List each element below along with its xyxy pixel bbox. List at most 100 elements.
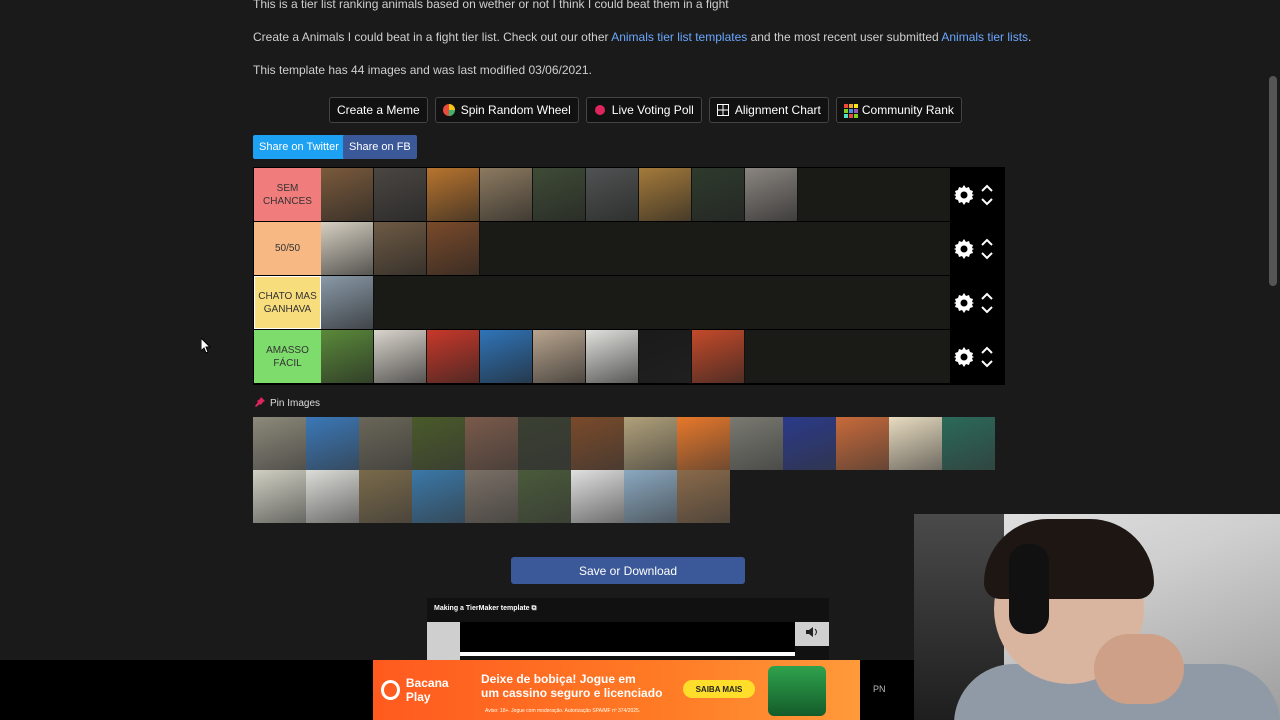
- animal-image[interactable]: [533, 168, 586, 221]
- animal-image[interactable]: [639, 330, 692, 383]
- save-download-button[interactable]: Save or Download: [511, 557, 745, 584]
- share-twitter-label: Share on Twitter: [259, 141, 339, 153]
- animal-image[interactable]: [427, 330, 480, 383]
- animal-image[interactable]: [677, 470, 730, 523]
- animal-image[interactable]: [745, 168, 798, 221]
- animals-tier-lists-link[interactable]: Animals tier lists: [941, 30, 1028, 44]
- animal-image[interactable]: [321, 168, 374, 221]
- tier-items: [321, 330, 1004, 383]
- animal-image[interactable]: [518, 417, 571, 470]
- animal-image[interactable]: [889, 417, 942, 470]
- chevron-up-icon[interactable]: [981, 346, 993, 354]
- video-player[interactable]: Making a TierMaker template ⧉: [427, 598, 829, 660]
- animal-image[interactable]: [321, 276, 374, 329]
- tier-label[interactable]: 50/50: [254, 222, 321, 275]
- animal-image[interactable]: [836, 417, 889, 470]
- animal-image[interactable]: [586, 330, 639, 383]
- chevron-down-icon[interactable]: [981, 305, 993, 314]
- share-fb-button[interactable]: Share on FB: [343, 135, 417, 159]
- animal-image[interactable]: [321, 330, 374, 383]
- animals-templates-link[interactable]: Animals tier list templates: [611, 30, 747, 44]
- gear-icon[interactable]: [954, 292, 974, 313]
- animal-image[interactable]: [374, 330, 427, 383]
- template-info: This template has 44 images and was last…: [253, 63, 592, 77]
- animal-image[interactable]: [465, 470, 518, 523]
- animal-image[interactable]: [412, 470, 465, 523]
- volume-button[interactable]: [795, 622, 829, 646]
- tier-label[interactable]: AMASSO FÁCIL: [254, 330, 321, 383]
- alignment-chart-button[interactable]: Alignment Chart: [708, 97, 829, 123]
- tier-row: 50/50: [254, 222, 1004, 276]
- animal-image[interactable]: [571, 417, 624, 470]
- brand-logo-icon: [381, 680, 400, 700]
- chevron-down-icon[interactable]: [981, 251, 993, 260]
- speaker-icon: [805, 625, 819, 644]
- tier-list: SEM CHANCES 50/50 CHATO MAS GANHAVA AMASSO …: [253, 167, 1005, 385]
- animal-image[interactable]: [692, 330, 745, 383]
- animal-image[interactable]: [321, 222, 374, 275]
- ad-cta-button[interactable]: SAIBA MAIS: [683, 680, 755, 698]
- gear-icon[interactable]: [954, 346, 974, 367]
- scrollbar-thumb[interactable]: [1269, 76, 1277, 286]
- animal-image[interactable]: [374, 222, 427, 275]
- community-grid-icon: [843, 104, 858, 118]
- gear-icon[interactable]: [954, 184, 974, 205]
- animal-image[interactable]: [480, 168, 533, 221]
- save-download-label: Save or Download: [578, 563, 678, 578]
- alignment-chart-label: Alignment Chart: [734, 103, 821, 117]
- animal-image[interactable]: [253, 417, 306, 470]
- video-frame[interactable]: [460, 622, 795, 656]
- ad-banner[interactable]: Bacana Play Deixe de bobiça! Jogue em um…: [373, 660, 860, 720]
- chevron-up-icon[interactable]: [981, 184, 993, 192]
- tier-label[interactable]: CHATO MAS GANHAVA: [254, 276, 321, 329]
- spin-wheel-button[interactable]: Spin Random Wheel: [434, 97, 579, 123]
- animal-image[interactable]: [639, 168, 692, 221]
- animal-image[interactable]: [412, 417, 465, 470]
- tier-items: [321, 276, 1004, 329]
- chevron-up-icon[interactable]: [981, 238, 993, 246]
- webcam-overlay: [914, 514, 1280, 720]
- chevron-down-icon[interactable]: [981, 359, 993, 368]
- chevron-down-icon[interactable]: [981, 197, 993, 206]
- share-twitter-button[interactable]: Share on Twitter: [253, 135, 345, 159]
- animal-image[interactable]: [624, 470, 677, 523]
- tier-row: CHATO MAS GANHAVA: [254, 276, 1004, 330]
- create-meme-button[interactable]: Create a Meme: [329, 97, 428, 123]
- animal-image[interactable]: [677, 417, 730, 470]
- move-arrows: [981, 292, 993, 314]
- live-poll-label: Live Voting Poll: [611, 103, 694, 117]
- animal-image[interactable]: [533, 330, 586, 383]
- animal-image[interactable]: [692, 168, 745, 221]
- headphones: [1009, 544, 1049, 634]
- pin-icon: [255, 397, 265, 410]
- animal-image[interactable]: [465, 417, 518, 470]
- tier-label[interactable]: SEM CHANCES: [254, 168, 321, 221]
- animal-image[interactable]: [359, 470, 412, 523]
- animal-image[interactable]: [730, 417, 783, 470]
- animal-image[interactable]: [518, 470, 571, 523]
- animal-image[interactable]: [374, 168, 427, 221]
- page-scrollbar[interactable]: [1266, 0, 1280, 514]
- tier-controls: [950, 168, 1004, 221]
- animal-image[interactable]: [586, 168, 639, 221]
- ad-pn-label: PN: [873, 684, 886, 694]
- animal-image[interactable]: [427, 222, 480, 275]
- gear-icon[interactable]: [954, 238, 974, 259]
- animal-image[interactable]: [783, 417, 836, 470]
- animal-image[interactable]: [571, 470, 624, 523]
- pin-images-toggle[interactable]: Pin Images: [255, 397, 320, 410]
- animal-image[interactable]: [427, 168, 480, 221]
- animal-image[interactable]: [480, 330, 533, 383]
- animal-image[interactable]: [942, 417, 995, 470]
- animal-image[interactable]: [253, 470, 306, 523]
- chevron-up-icon[interactable]: [981, 292, 993, 300]
- animal-image[interactable]: [306, 417, 359, 470]
- animal-image[interactable]: [306, 470, 359, 523]
- animal-image[interactable]: [624, 417, 677, 470]
- animal-image[interactable]: [359, 417, 412, 470]
- tier-controls: [950, 222, 1004, 275]
- description-line: This is a tier list ranking animals base…: [253, 0, 729, 11]
- ad-brand-name: Bacana Play: [405, 676, 449, 704]
- community-rank-button[interactable]: Community Rank: [835, 97, 962, 123]
- live-poll-button[interactable]: Live Voting Poll: [585, 97, 702, 123]
